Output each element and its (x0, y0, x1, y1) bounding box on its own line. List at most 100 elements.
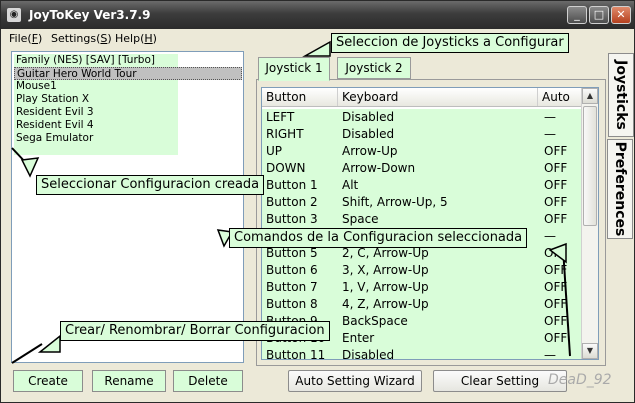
cell-auto: OFF (544, 212, 568, 226)
cell-keyboard: 3, X, Arrow-Up (342, 263, 429, 277)
cell-keyboard: Alt (342, 178, 359, 192)
cell-button: Button 3 (266, 212, 318, 226)
side-tab-preferences[interactable]: Preferences (607, 139, 633, 239)
config-list-filler (14, 145, 178, 155)
cell-keyboard: Shift, Arrow-Up, 5 (342, 195, 448, 209)
menu-settings-label: Settings( (51, 32, 101, 45)
grid-header: Button Keyboard Auto (262, 88, 582, 107)
header-button[interactable]: Button (262, 88, 338, 106)
delete-button[interactable]: Delete (173, 370, 243, 392)
table-row[interactable]: Button 3 Space OFF (262, 211, 582, 228)
cell-button: Button 8 (266, 297, 318, 311)
app-window: ◉ JoyToKey Ver3.7.9 _ □ ✕ File(F) Settin… (0, 0, 635, 403)
maximize-button[interactable]: □ (589, 6, 609, 24)
cell-auto: — (544, 127, 556, 141)
menu-help-label: Help( (115, 32, 145, 45)
callout-select-config: Seleccionar Configuracion creada (36, 175, 265, 195)
button-mapping-grid[interactable]: Button Keyboard Auto LEFT Disabled — RIGHT D… (261, 87, 599, 360)
cell-button: Button 2 (266, 195, 318, 209)
config-item[interactable]: Sega Emulator (14, 132, 178, 145)
callout-create-rename-delete: Crear/ Renombrar/ Borrar Configuracion (60, 321, 330, 341)
menu-help[interactable]: Help(H) (115, 32, 157, 45)
table-row[interactable]: RIGHT Disabled — (262, 126, 582, 143)
grid-scrollbar[interactable]: ▲ ▼ (581, 88, 598, 359)
cell-button: DOWN (266, 161, 306, 175)
cell-button: Button 6 (266, 263, 318, 277)
menu-file-label: File( (9, 32, 32, 45)
table-row[interactable]: Button 11 Disabled — (262, 347, 582, 360)
side-tab-joysticks-label: Joysticks (613, 60, 629, 130)
cell-button: LEFT (266, 110, 295, 124)
cell-keyboard: Disabled (342, 127, 395, 141)
tab-joystick-2[interactable]: Joystick 2 (337, 57, 411, 79)
cell-keyboard: Disabled (342, 110, 395, 124)
header-auto[interactable]: Auto (538, 88, 582, 106)
cell-button: UP (266, 144, 283, 158)
cell-auto: OFF (544, 314, 568, 328)
clear-setting-button[interactable]: Clear Setting (433, 370, 567, 392)
scroll-thumb[interactable] (583, 106, 597, 226)
watermark: DeaD_92 (548, 372, 612, 388)
cell-auto: OFF (544, 263, 568, 277)
config-item-selected[interactable]: Guitar Hero World Tour (14, 67, 242, 80)
create-button[interactable]: Create (13, 370, 83, 392)
config-item[interactable]: Play Station X (14, 93, 178, 106)
tab-joystick-1[interactable]: Joystick 1 (258, 57, 330, 81)
minimize-button[interactable]: _ (567, 6, 587, 24)
menu-file-end: ) (38, 32, 43, 45)
cell-auto: OFF (544, 178, 568, 192)
callout-commands: Comandos de la Configuracion seleccionad… (229, 228, 528, 248)
config-list[interactable]: Family (NES) [SAV] [Turbo] Guitar Hero W… (11, 51, 244, 363)
cell-button: Button 7 (266, 280, 318, 294)
cell-keyboard: 1, V, Arrow-Up (342, 280, 429, 294)
table-row[interactable]: Button 6 3, X, Arrow-Up OFF (262, 262, 582, 279)
cell-auto: — (544, 110, 556, 124)
scroll-up-icon[interactable]: ▲ (582, 88, 598, 104)
header-keyboard[interactable]: Keyboard (338, 88, 538, 106)
config-item[interactable]: Mouse1 (14, 80, 178, 93)
menu-settings-end: ) (107, 32, 112, 45)
config-item[interactable]: Resident Evil 4 (14, 119, 178, 132)
menu-help-end: ) (152, 32, 157, 45)
table-row[interactable]: Button 2 Shift, Arrow-Up, 5 OFF (262, 194, 582, 211)
cell-keyboard: BackSpace (342, 314, 408, 328)
table-row[interactable]: LEFT Disabled — (262, 109, 582, 126)
cell-auto: — (544, 229, 556, 243)
rename-button[interactable]: Rename (92, 370, 166, 392)
table-row[interactable]: UP Arrow-Up OFF (262, 143, 582, 160)
side-tab-preferences-label: Preferences (612, 141, 628, 237)
menu-file[interactable]: File(F) (9, 32, 42, 45)
table-row[interactable]: Button 1 Alt OFF (262, 177, 582, 194)
cell-keyboard: Arrow-Up (342, 144, 398, 158)
cell-auto: OFF (544, 297, 568, 311)
cell-button: Button 11 (266, 348, 326, 360)
cell-button: RIGHT (266, 127, 304, 141)
callout-select-joysticks: Seleccion de Joysticks a Configurar (331, 33, 569, 53)
table-row[interactable]: Button 7 1, V, Arrow-Up OFF (262, 279, 582, 296)
cell-keyboard: Space (342, 212, 379, 226)
title-bar[interactable]: ◉ JoyToKey Ver3.7.9 _ □ ✕ (1, 1, 634, 29)
cell-auto: OFF (544, 331, 568, 345)
config-item[interactable]: Family (NES) [SAV] [Turbo] (14, 54, 178, 67)
side-tab-joysticks[interactable]: Joysticks (608, 53, 634, 137)
cell-keyboard: Arrow-Down (342, 161, 416, 175)
cell-keyboard: 4, Z, Arrow-Up (342, 297, 429, 311)
scroll-down-icon[interactable]: ▼ (582, 343, 598, 359)
cell-auto: OFF (544, 195, 568, 209)
table-row[interactable]: DOWN Arrow-Down OFF (262, 160, 582, 177)
config-item[interactable]: Resident Evil 3 (14, 106, 178, 119)
cell-auto: OFF (544, 280, 568, 294)
cell-auto: OFF (544, 144, 568, 158)
auto-setting-wizard-button[interactable]: Auto Setting Wizard (288, 370, 422, 392)
menu-settings[interactable]: Settings(S) (51, 32, 112, 45)
cell-keyboard: Disabled (342, 348, 395, 360)
cell-button: Button 1 (266, 178, 318, 192)
joystick-app-icon: ◉ (7, 8, 21, 22)
table-row[interactable]: Button 8 4, Z, Arrow-Up OFF (262, 296, 582, 313)
window-title: JoyToKey Ver3.7.9 (29, 8, 151, 22)
close-button[interactable]: ✕ (611, 6, 631, 24)
cell-auto: — (544, 348, 556, 360)
menu-help-key: H (144, 32, 153, 45)
cell-auto: OFF (544, 161, 568, 175)
cell-keyboard: Enter (342, 331, 375, 345)
